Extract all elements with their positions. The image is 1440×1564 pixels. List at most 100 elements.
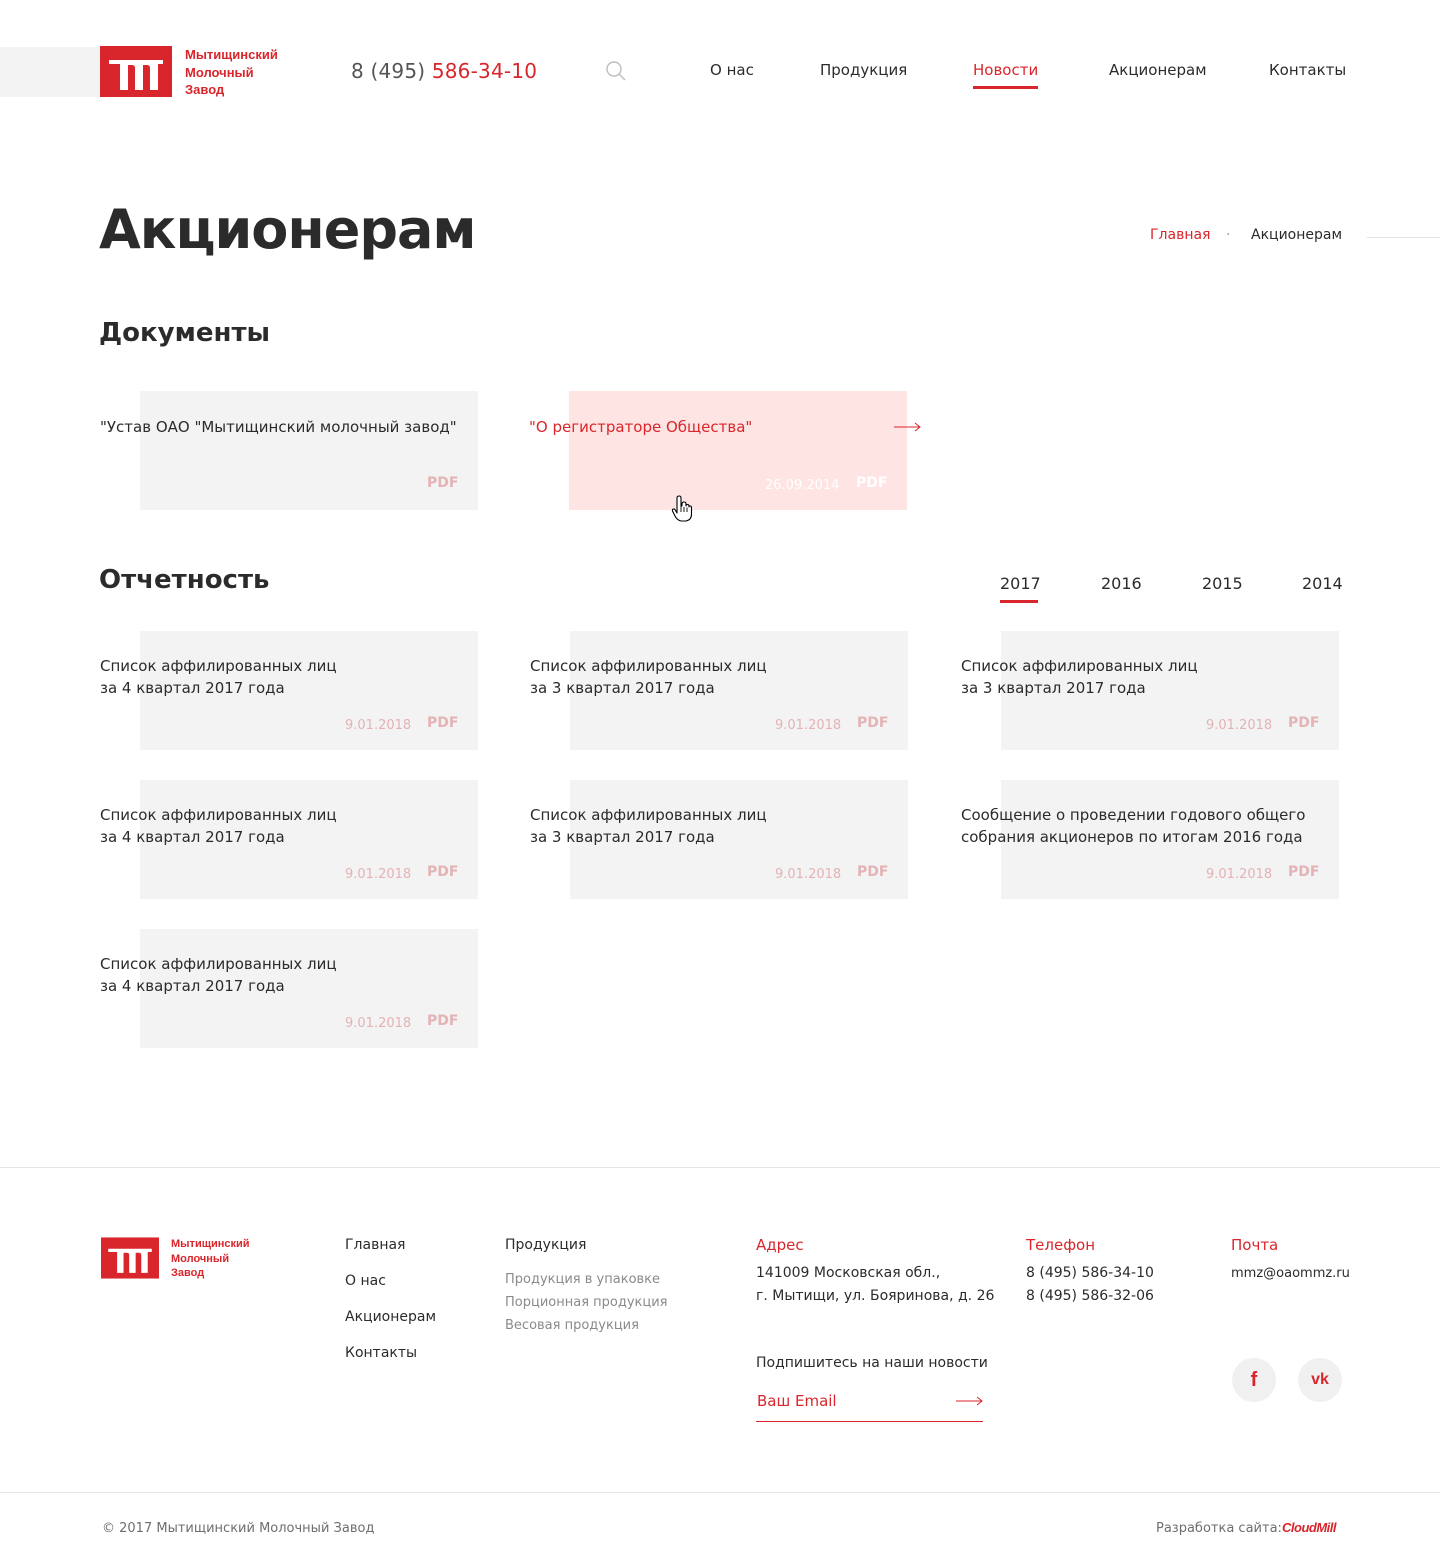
report-card[interactable]: Список аффилированных лиц за 3 квартал 2… — [530, 631, 908, 750]
year-tab-active-underline — [1000, 600, 1038, 603]
report-date: 9.01.2018 — [345, 718, 412, 733]
logo-link[interactable]: Мытищинский Молочный Завод — [100, 46, 280, 98]
logo-mark — [100, 46, 172, 97]
logo-line: Молочный — [171, 1252, 230, 1265]
card-background — [140, 391, 478, 510]
breadcrumb-separator: · — [1226, 227, 1231, 243]
page-title: Акционерам — [99, 198, 477, 261]
report-title: Список аффилированных лиц за 3 квартал 2… — [530, 804, 767, 848]
document-card[interactable]: "Устав ОАО "Мытищинский молочный завод" … — [100, 391, 478, 510]
search-icon[interactable] — [605, 60, 627, 82]
reports-section-title: Отчетность — [99, 565, 270, 595]
nav-item-news[interactable]: Новости — [973, 61, 1038, 79]
footer-products-title[interactable]: Продукция — [505, 1237, 586, 1253]
report-title-line: за 4 квартал 2017 года — [100, 977, 285, 995]
footer-mail-title: Почта — [1231, 1236, 1279, 1254]
document-title: "Устав ОАО "Мытищинский молочный завод" — [100, 418, 457, 436]
breadcrumb-current: Акционерам — [1251, 227, 1343, 243]
footer-logo-link[interactable]: Мытищинский Молочный Завод — [101, 1237, 251, 1279]
report-card[interactable]: Список аффилированных лиц за 4 квартал 2… — [100, 929, 478, 1048]
pdf-label: PDF — [427, 864, 459, 880]
logo-line: Мытищинский — [171, 1238, 250, 1250]
pdf-label: PDF — [856, 475, 888, 491]
pdf-label: PDF — [427, 1013, 459, 1029]
header-accent-band — [0, 47, 110, 97]
footer-divider — [0, 1167, 1440, 1168]
facebook-icon[interactable]: f — [1232, 1358, 1276, 1402]
report-title-line: за 4 квартал 2017 года — [100, 679, 285, 697]
nav-item-shareholders[interactable]: Акционерам — [1109, 61, 1207, 79]
footer-product-link[interactable]: Весовая продукция — [505, 1318, 639, 1333]
footer-mail-link[interactable]: mmz@oaommz.ru — [1231, 1262, 1350, 1285]
breadcrumb-home[interactable]: Главная — [1150, 227, 1210, 243]
nav-item-products[interactable]: Продукция — [820, 61, 907, 79]
document-date: 26.09.2014 — [765, 478, 840, 493]
footer-nav-about[interactable]: О нас — [345, 1273, 386, 1289]
report-card[interactable]: Список аффилированных лиц за 3 квартал 2… — [530, 780, 908, 899]
breadcrumb: Главная · Акционерам — [1150, 227, 1350, 247]
pdf-label: PDF — [1288, 715, 1320, 731]
developer-label: Разработка сайта: — [1156, 1521, 1282, 1536]
footer-phones: 8 (495) 586-34-10 8 (495) 586-32-06 — [1026, 1262, 1154, 1308]
developer-logo[interactable]: CloudMill — [1282, 1520, 1337, 1535]
logo-line: Молочный — [185, 64, 254, 80]
phone-line[interactable]: 8 (495) 586-32-06 — [1026, 1285, 1154, 1308]
footer-product-link[interactable]: Продукция в упаковке — [505, 1272, 660, 1287]
report-card[interactable]: Сообщение о проведении годового общего с… — [961, 780, 1339, 899]
footer-address-title: Адрес — [756, 1236, 804, 1254]
report-title-line: Список аффилированных лиц — [100, 806, 337, 824]
footer-product-link[interactable]: Порционная продукция — [505, 1295, 668, 1310]
report-title-line: за 4 квартал 2017 года — [100, 828, 285, 846]
vk-icon[interactable]: vk — [1298, 1358, 1342, 1402]
bottom-divider — [0, 1492, 1440, 1493]
year-tab-2015[interactable]: 2015 — [1202, 574, 1243, 593]
address-line: г. Мытищи, ул. Бояринова, д. 26 — [756, 1288, 995, 1304]
pdf-label: PDF — [427, 475, 459, 491]
header-phone[interactable]: 8 (495) 586-34-10 — [351, 59, 537, 83]
nav-item-about[interactable]: О нас — [710, 61, 754, 79]
report-title-line: за 3 квартал 2017 года — [961, 679, 1146, 697]
nav-item-contacts[interactable]: Контакты — [1269, 61, 1346, 79]
year-tabs: 2017 2016 2015 2014 — [1000, 574, 1345, 606]
report-card[interactable]: Список аффилированных лиц за 4 квартал 2… — [100, 780, 478, 899]
email-input-underline — [756, 1421, 983, 1422]
nav-active-underline — [973, 86, 1038, 89]
report-title-line: за 3 квартал 2017 года — [530, 828, 715, 846]
footer-phone-title: Телефон — [1026, 1236, 1096, 1254]
address-line: 141009 Московская обл., — [756, 1265, 941, 1281]
logo-mark — [101, 1237, 159, 1279]
report-date: 9.01.2018 — [1206, 867, 1273, 882]
report-title: Список аффилированных лиц за 4 квартал 2… — [100, 655, 337, 699]
report-title-line: Список аффилированных лиц — [100, 657, 337, 675]
pdf-label: PDF — [857, 715, 889, 731]
email-placeholder[interactable]: Ваш Email — [757, 1392, 837, 1410]
phone-line[interactable]: 8 (495) 586-34-10 — [1026, 1262, 1154, 1285]
footer-address: 141009 Московская обл., г. Мытищи, ул. Б… — [756, 1262, 994, 1308]
report-date: 9.01.2018 — [345, 867, 412, 882]
footer-nav-home[interactable]: Главная — [345, 1237, 405, 1253]
footer-nav-contacts[interactable]: Контакты — [345, 1345, 417, 1361]
report-card[interactable]: Список аффилированных лиц за 3 квартал 2… — [961, 631, 1339, 750]
pdf-label: PDF — [427, 715, 459, 731]
report-card[interactable]: Список аффилированных лиц за 4 квартал 2… — [100, 631, 478, 750]
report-title-line: Список аффилированных лиц — [100, 955, 337, 973]
year-tab-2014[interactable]: 2014 — [1302, 574, 1343, 593]
document-card-highlighted[interactable]: "О регистраторе Общества" 26.09.2014 PDF — [529, 391, 924, 510]
year-tab-2016[interactable]: 2016 — [1101, 574, 1142, 593]
arrow-right-icon[interactable] — [956, 1396, 984, 1406]
vk-glyph: vk — [1311, 1371, 1329, 1388]
facebook-glyph: f — [1250, 1368, 1258, 1391]
report-title-line: Список аффилированных лиц — [961, 657, 1198, 675]
card-background — [569, 391, 907, 510]
pdf-label: PDF — [1288, 864, 1320, 880]
phone-number: 586-34-10 — [431, 59, 538, 83]
year-tab-2017[interactable]: 2017 — [1000, 574, 1041, 593]
report-title-line: Список аффилированных лиц — [530, 657, 767, 675]
report-title: Список аффилированных лиц за 4 квартал 2… — [100, 804, 337, 848]
report-title-line: Список аффилированных лиц — [530, 806, 767, 824]
report-title-line: Сообщение о проведении годового общего — [961, 806, 1306, 824]
footer-logo-text: Мытищинский Молочный Завод — [171, 1237, 250, 1281]
logo-line: Завод — [171, 1267, 205, 1279]
report-title: Список аффилированных лиц за 3 квартал 2… — [961, 655, 1198, 699]
footer-nav-shareholders[interactable]: Акционерам — [345, 1309, 436, 1325]
